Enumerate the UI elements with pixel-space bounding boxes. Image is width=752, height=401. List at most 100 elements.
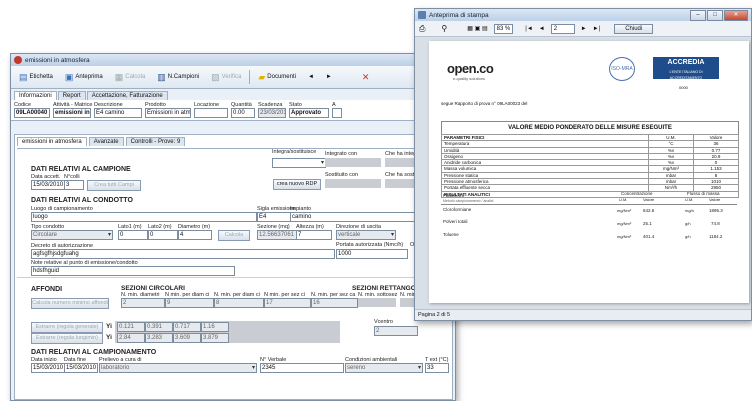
prev-page-icon[interactable]: ◄ <box>539 26 545 32</box>
preview-toolbar: ⎙ ⚲ ▦ ▣ ▤ 83 % |◄ ◄ 2 ► ►| Chiudi <box>415 21 751 37</box>
section-divider <box>17 277 450 278</box>
folder-icon: ▰ <box>258 71 266 82</box>
next-page-icon[interactable]: ► <box>581 26 587 32</box>
yi-value[interactable]: 0.717 <box>173 322 201 332</box>
yi-value[interactable]: 2.84 <box>117 333 145 343</box>
yi-value[interactable]: 1.16 <box>201 322 229 332</box>
an-param: Cloroformiane <box>443 207 472 212</box>
calcola-button[interactable]: ▦ Calcola <box>111 71 150 84</box>
calcola-affondi-button[interactable]: Calcola numero minimo affondi <box>31 298 109 309</box>
tab-informazioni[interactable]: Informazioni <box>14 91 57 100</box>
affondi-value[interactable]: 16 <box>311 298 358 308</box>
estrarre-generale-button[interactable]: Estrarre (regola generale) <box>31 322 103 333</box>
lato2-field[interactable]: 0 <box>148 230 178 240</box>
chiudi-button[interactable]: Chiudi <box>614 23 654 34</box>
altezza-field[interactable]: 7 <box>296 230 332 240</box>
prelievo-select[interactable]: laboratorio <box>99 363 257 373</box>
main-tabs: Informazioni Report Accettazione, Fattur… <box>11 89 455 100</box>
zoom-icon[interactable]: ⚲ <box>441 24 447 33</box>
verifica-button[interactable]: ▧ Verifica <box>207 71 245 84</box>
yi-value[interactable]: 0.121 <box>117 322 145 332</box>
yi-value[interactable]: 3.609 <box>173 333 201 343</box>
ncampioni-button[interactable]: ▥ N.Campioni <box>153 71 203 84</box>
an-um: mg/Nm³ <box>617 208 632 213</box>
condotto-section-title: DATI RELATIVI AL CONDOTTO <box>31 197 133 204</box>
app-icon <box>14 56 22 64</box>
maximize-icon[interactable]: □ <box>707 10 723 21</box>
vcentro-field[interactable]: 2 <box>374 326 418 336</box>
next-record-button[interactable]: ► <box>322 72 336 82</box>
direzione-select[interactable]: verticale <box>336 230 396 240</box>
affondi-value[interactable]: 8 <box>214 298 264 308</box>
prev-record-button[interactable]: ◄ <box>304 72 318 82</box>
label-icon: ▤ <box>19 71 28 82</box>
attivita-field[interactable]: emissioni in atmosfe <box>53 108 91 118</box>
subtab-emissioni[interactable]: emissioni in atmosfera <box>17 137 87 146</box>
close-icon[interactable]: ✕ <box>724 10 748 21</box>
text-field[interactable]: 33 <box>425 363 449 373</box>
luogo-field[interactable]: luogo <box>31 212 257 222</box>
page-field[interactable]: 2 <box>550 23 575 34</box>
page-view-icon[interactable]: ▦ ▣ ▤ <box>467 25 487 32</box>
yi-value[interactable]: 0.391 <box>145 322 173 332</box>
preview-icon: ▣ <box>64 71 74 82</box>
tab-accettazione[interactable]: Accettazione, Fatturazione <box>86 91 168 100</box>
affondi-value[interactable]: 17 <box>264 298 311 308</box>
verbale-field[interactable]: 2345 <box>260 363 344 373</box>
portata-field[interactable]: 1000 <box>336 249 408 259</box>
an-um: mg/Nm³ <box>617 234 632 239</box>
zoom-field[interactable]: 83 % <box>493 23 514 34</box>
a-field[interactable] <box>332 108 342 118</box>
calcola-sezione-button[interactable]: Calcola <box>218 230 250 241</box>
subtab-avanzate[interactable]: Avanzate <box>88 137 124 146</box>
nuovo-rdp-button[interactable]: crea nuovo RDP <box>273 179 321 190</box>
print-icon[interactable]: ⎙ <box>419 24 425 34</box>
tipo-select[interactable]: Circolare <box>31 230 113 240</box>
ncolli-field[interactable]: 3 <box>64 180 84 190</box>
first-page-icon[interactable]: |◄ <box>525 26 533 32</box>
lato1-field[interactable]: 0 <box>118 230 148 240</box>
quantita-field[interactable]: 0.00 <box>231 108 255 118</box>
codice-field[interactable]: 09LA00040 <box>14 108 50 118</box>
subtab-controlli[interactable]: Controlli - Prove: 9 <box>125 137 186 146</box>
decreto-field[interactable]: agfsgfhjsdgfuahg <box>31 249 335 259</box>
sub-tabs: emissioni in atmosfera Avanzate Controll… <box>17 137 186 146</box>
prodotto-field[interactable]: Emissioni in atmosfera <box>145 108 191 118</box>
documenti-button[interactable]: ▰ Documenti <box>254 71 300 84</box>
sezioni-circolari-title: SEZIONI CIRCOLARI <box>121 285 185 292</box>
yi-value[interactable]: 3.283 <box>145 333 173 343</box>
date-accettazione-field[interactable]: 15/03/2010 <box>31 180 65 190</box>
locazione-field[interactable] <box>194 108 228 118</box>
stato-select[interactable]: Approvato <box>289 108 329 118</box>
close-record-button[interactable]: ✕ <box>358 70 374 85</box>
integrato-label: Integrato con <box>325 151 358 157</box>
minimize-icon[interactable]: – <box>690 10 706 21</box>
record-header: Codice Attività - Matrice Descrizione Pr… <box>11 100 455 121</box>
sottosez-field[interactable] <box>358 298 396 307</box>
integrato-field[interactable] <box>325 158 381 167</box>
crea-campi-button[interactable]: Crea tutti Campi <box>87 180 141 191</box>
anteprima-button[interactable]: ▣ Anteprima <box>61 71 107 84</box>
sigla-field[interactable]: E4 <box>257 212 291 222</box>
an-subheader: Valore <box>643 197 655 202</box>
last-page-icon[interactable]: ►| <box>593 26 601 32</box>
note-field[interactable]: hdsfhguid <box>31 266 235 276</box>
affondi-value[interactable]: 2 <box>121 298 165 308</box>
tab-report[interactable]: Report <box>57 91 86 100</box>
yi-value[interactable]: 3.879 <box>201 333 229 343</box>
sezione-field[interactable]: 12.56637061 <box>257 230 297 240</box>
affondi-value[interactable]: 9 <box>165 298 214 308</box>
estrarre-lungimin-button[interactable]: Estrarre (regola lungimin) <box>31 333 103 344</box>
fisici-table: PARAMETRI FISICI U.M. Valore Temperatura °C… <box>441 133 739 198</box>
condizioni-select[interactable]: sereno <box>345 363 423 373</box>
etichetta-button[interactable]: ▤ Etichetta <box>15 71 57 84</box>
data-fine-field[interactable]: 15/03/2010 <box>64 363 98 373</box>
campionamento-section-title: DATI RELATIVI AL CAMPIONAMENTO <box>31 349 157 356</box>
descrizione-field[interactable]: E4 camino <box>94 108 142 118</box>
scadenza-field[interactable]: 23/03/2010 <box>258 108 286 118</box>
sostituito-field[interactable] <box>325 179 381 188</box>
toolbar-divider <box>249 70 251 84</box>
integra-select[interactable] <box>272 158 326 168</box>
diametro-field[interactable]: 4 <box>178 230 212 240</box>
data-inizio-field[interactable]: 15/03/2010 <box>31 363 65 373</box>
